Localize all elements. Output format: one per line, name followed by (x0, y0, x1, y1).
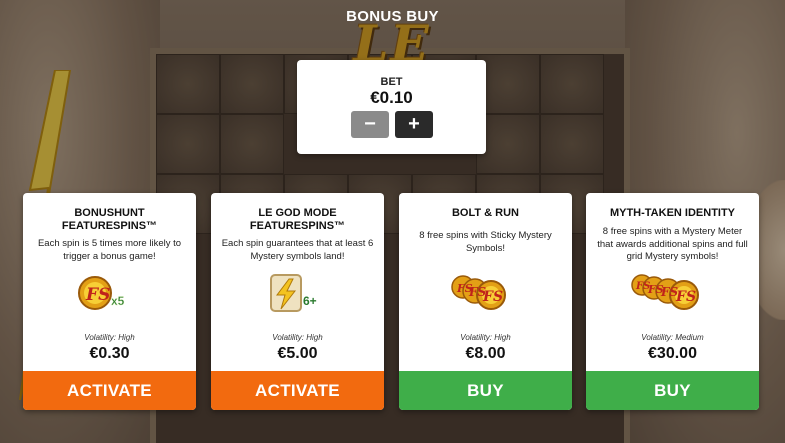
card-title-line1: LE GOD MODE (258, 207, 337, 219)
card-title: LE GOD MODE FEATURESPINS™ (217, 207, 378, 233)
bet-label: BET (380, 76, 403, 88)
card-title: BONUSHUNT FEATURESPINS™ (29, 207, 190, 233)
plus-icon: + (408, 113, 420, 135)
card-artwork: 6+ (211, 271, 384, 317)
card-title: BOLT & RUN (405, 207, 566, 220)
svg-text:FS: FS (85, 285, 110, 305)
card-artwork: FS x5 (23, 271, 196, 317)
card-price: €0.30 (89, 345, 130, 362)
card-description: Each spin guarantees that at least 6 Mys… (221, 238, 374, 262)
fs-coin-icon: FS x5 (78, 276, 125, 310)
card-title-line1: MYTH-TAKEN IDENTITY (609, 207, 736, 219)
multiplier-badge: x5 (111, 294, 125, 308)
bonus-card-myth-taken-identity: MYTH-TAKEN IDENTITY 8 free spins with a … (586, 193, 759, 410)
bonus-card-god-mode: LE GOD MODE FEATURESPINS™ Each spin guar… (211, 193, 384, 410)
card-title-line1: BONUSHUNT (74, 207, 145, 219)
card-title-line2: FEATURESPINS™ (61, 220, 158, 232)
card-artwork: FS FS FS (399, 271, 572, 317)
card-price: €5.00 (277, 345, 318, 362)
increase-bet-button[interactable]: + (395, 111, 433, 138)
card-volatility: Volatility: Medium (641, 333, 704, 342)
fs-coin-icon: FS FS FS (451, 275, 506, 310)
bonus-buy-title: BONUS BUY (346, 8, 439, 25)
card-description: 8 free spins with a Mystery Meter that a… (597, 226, 748, 262)
card-price: €8.00 (465, 345, 506, 362)
card-price: €30.00 (648, 345, 697, 362)
buy-button[interactable]: BUY (586, 371, 759, 410)
card-volatility: Volatility: High (84, 333, 135, 342)
card-title-line2: FEATURESPINS™ (249, 220, 346, 232)
card-title: MYTH-TAKEN IDENTITY (592, 207, 753, 220)
minus-icon: − (364, 113, 376, 135)
activate-button[interactable]: ACTIVATE (211, 371, 384, 410)
lightning-scroll-icon: 6+ (270, 274, 317, 312)
fs-coin-icon: FS FS FS FS (631, 274, 699, 310)
card-title-line1: BOLT & RUN (451, 207, 519, 219)
svg-text:FS: FS (482, 289, 503, 305)
card-artwork: FS FS FS FS (586, 271, 759, 317)
bonus-card-bolt-and-run: BOLT & RUN 8 free spins with Sticky Myst… (399, 193, 572, 410)
count-badge: 6+ (303, 294, 317, 308)
decrease-bet-button[interactable]: − (351, 111, 389, 138)
card-description: 8 free spins with Sticky Mystery Symbols… (419, 230, 552, 254)
card-volatility: Volatility: High (272, 333, 323, 342)
buy-button[interactable]: BUY (399, 371, 572, 410)
card-description: Each spin is 5 times more likely to trig… (37, 238, 182, 262)
activate-button[interactable]: ACTIVATE (23, 371, 196, 410)
bet-panel: BET €0.10 − + (297, 60, 486, 154)
bet-value: €0.10 (370, 88, 413, 107)
svg-text:FS: FS (675, 289, 696, 305)
card-volatility: Volatility: High (460, 333, 511, 342)
bonus-card-bonushunt: BONUSHUNT FEATURESPINS™ Each spin is 5 t… (23, 193, 196, 410)
